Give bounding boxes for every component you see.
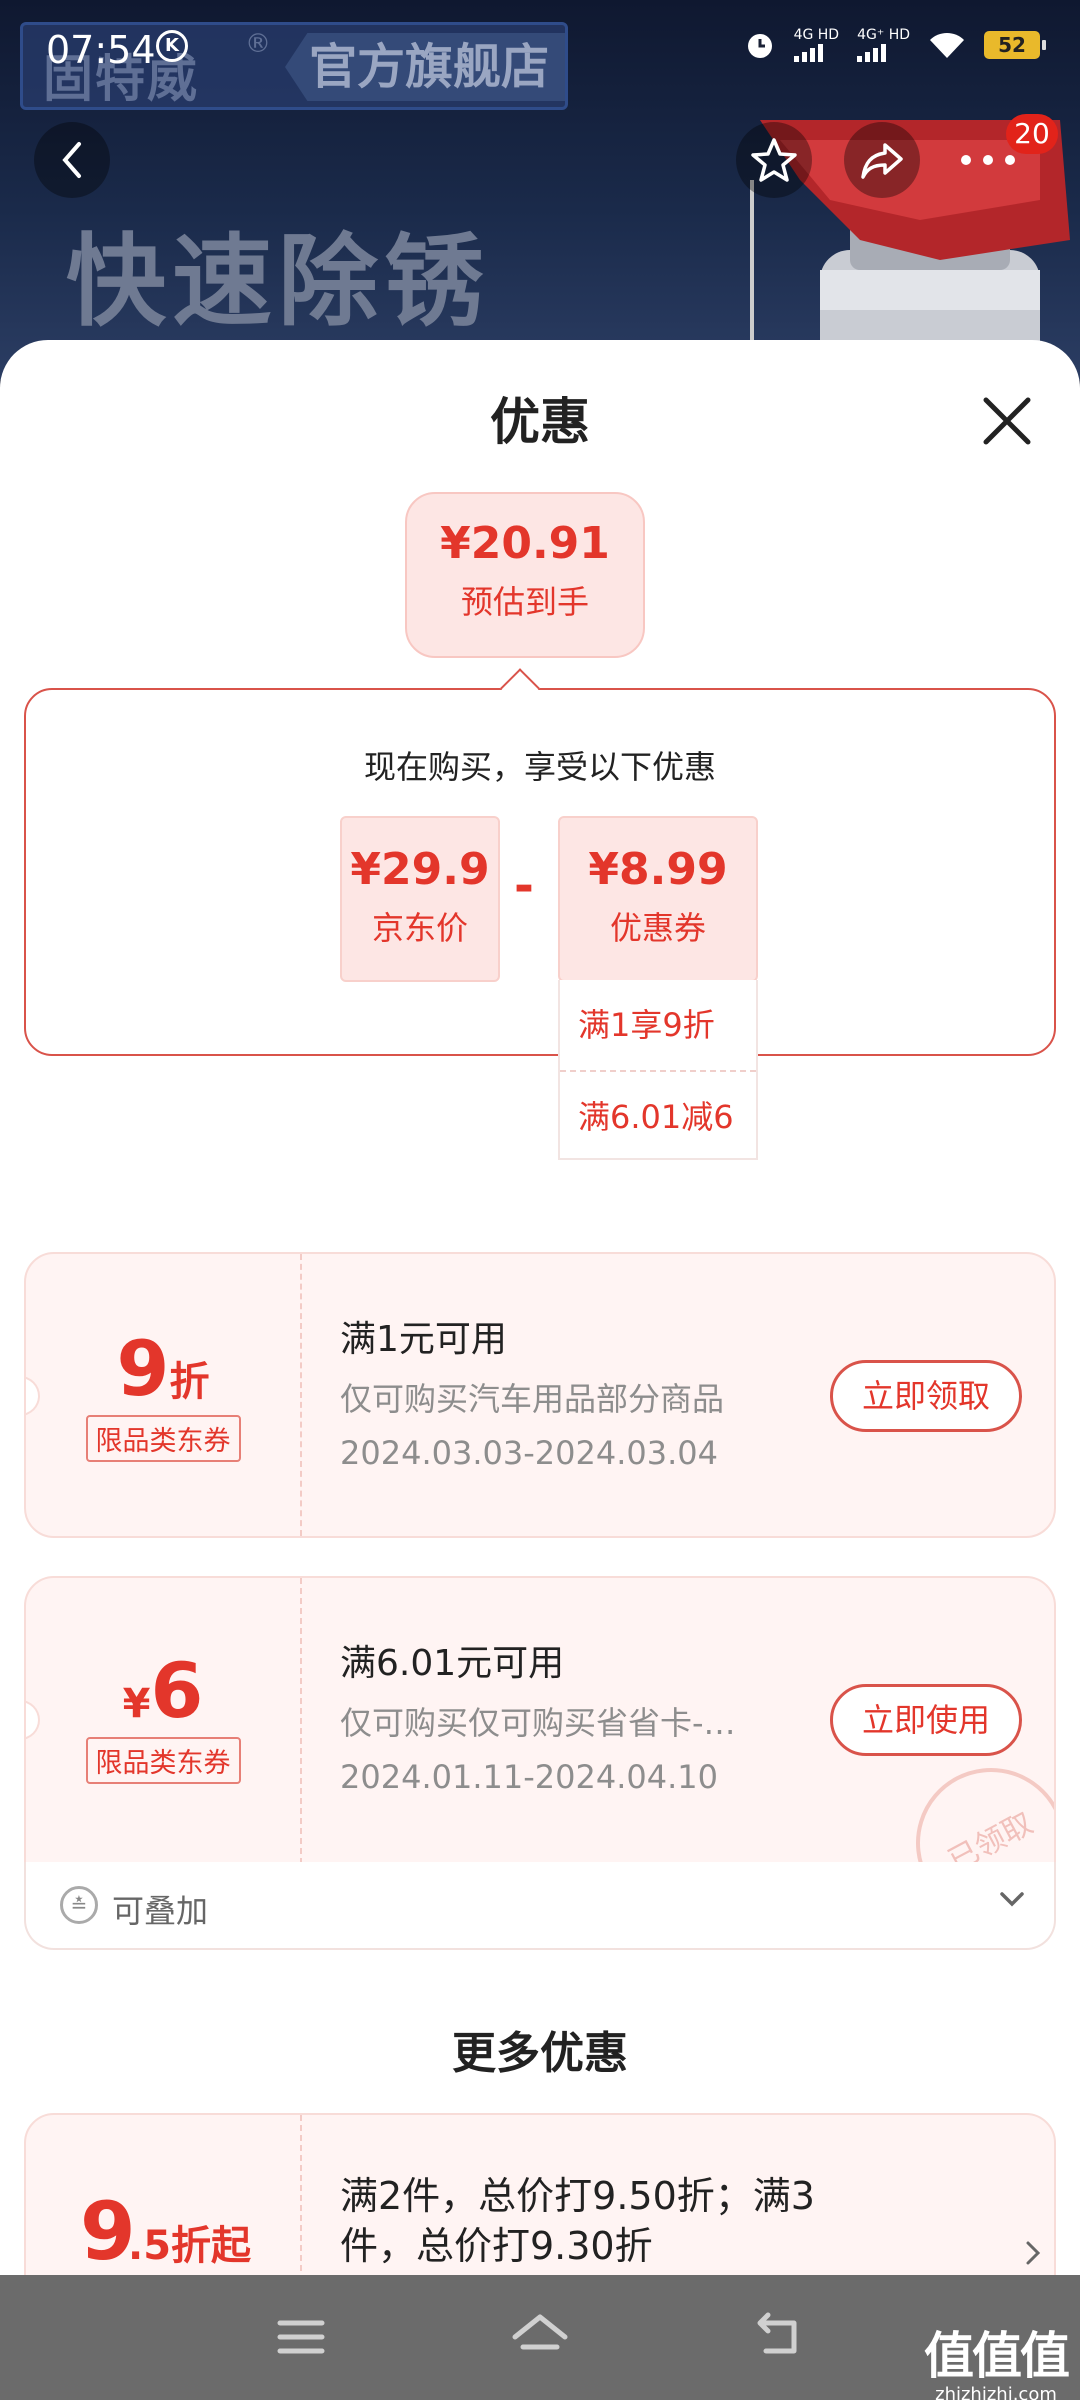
battery-icon: 52	[984, 31, 1046, 59]
watermark: 值值值 zhizhizhi.com	[924, 2316, 1070, 2400]
chevron-left-icon	[62, 142, 81, 178]
coupon-dates: 2024.01.11-2024.04.10	[340, 1758, 718, 1796]
stack-icon: ≛	[60, 1886, 98, 1924]
favorite-button[interactable]	[736, 122, 812, 198]
coupon-value: 9折	[26, 1324, 300, 1413]
coupon-card: 9折 限品类东券 满1元可用 仅可购买汽车用品部分商品 2024.03.03-2…	[24, 1252, 1056, 1538]
coupon-condition: 满1元可用	[340, 1319, 507, 1360]
close-icon[interactable]	[972, 386, 1042, 456]
signal-2-label: 4G⁺ HD	[857, 27, 910, 43]
alarm-icon	[747, 34, 772, 58]
wifi-icon	[930, 32, 964, 58]
jd-price-label: 京东价	[371, 909, 468, 947]
minus-sign: -	[514, 858, 534, 914]
coupon-detail-item: 满6.01减6	[560, 1070, 756, 1160]
status-time: 07:54	[46, 28, 156, 72]
chevron-right-icon	[1026, 2241, 1041, 2265]
signal-1-icon: 4G HD	[793, 27, 840, 62]
estimated-price-box: ¥20.91 预估到手	[405, 492, 645, 658]
estimated-price: ¥20.91	[440, 518, 610, 569]
coupon-detail-list: 满1享9折 满6.01减6	[558, 980, 758, 1160]
more-dots-icon	[961, 155, 1015, 165]
back-nav-icon[interactable]	[744, 2305, 814, 2369]
jd-price-card: ¥29.9 京东价	[340, 816, 500, 982]
system-nav-bar	[0, 2275, 1080, 2400]
share-button[interactable]	[844, 122, 920, 198]
coupon-total-card: ¥8.99 优惠券	[558, 816, 758, 982]
coupon-value-section: ¥6 限品类东券	[26, 1578, 302, 1864]
estimated-price-label: 预估到手	[460, 583, 589, 621]
coupon-value-main: 6	[150, 1646, 204, 1735]
coupon-scope: 仅可购买仅可购买省省卡-…	[340, 1704, 736, 1742]
sheet-title: 优惠	[490, 393, 590, 451]
chevron-down-icon	[1000, 1892, 1024, 1907]
stackable-label: 可叠加	[112, 1892, 209, 1930]
signal-2-icon: 4G⁺ HD	[857, 28, 910, 62]
coupon-detail-item: 满1享9折	[578, 1006, 715, 1044]
back-button[interactable]	[34, 122, 110, 198]
promotion-value-suffix: .5折起	[128, 2223, 252, 2269]
stackable-row[interactable]: ≛ 可叠加	[24, 1862, 1056, 1950]
discount-sheet: 优惠 ¥20.91 预估到手 现在购买，享受以下优惠 ¥29.9 京东价 - ¥…	[0, 340, 1080, 2275]
watermark-url: zhizhizhi.com	[935, 2384, 1057, 2400]
promotion-desc-line2: 件，总价打9.30折	[340, 2224, 653, 2268]
claim-coupon-button[interactable]: 立即领取	[830, 1360, 1022, 1432]
coupon-type-tag: 限品类东券	[85, 1737, 241, 1784]
jd-price-value: ¥29.9	[350, 844, 490, 895]
home-icon[interactable]	[505, 2305, 575, 2369]
status-icons: 4G HD 4G⁺ HD 52	[744, 27, 1046, 62]
watermark-logo: 值值值	[924, 2327, 1070, 2385]
price-breakdown: 现在购买，享受以下优惠 ¥29.9 京东价 - ¥8.99 优惠券 满1享9折 …	[24, 688, 1056, 1160]
claimed-stamp: 已领取	[889, 1741, 1054, 1864]
coupon-scope: 仅可购买汽车用品部分商品	[340, 1380, 725, 1418]
star-icon	[751, 138, 797, 182]
coupon-type-tag: 限品类东券	[85, 1415, 241, 1462]
promotion-card[interactable]: 9 .5折起 满2件，总价打9.50折；满3 件，总价打9.30折	[24, 2113, 1056, 2275]
message-count-badge: 20	[1006, 114, 1058, 154]
coupon-condition: 满6.01元可用	[340, 1643, 565, 1684]
coupon-total-value: ¥8.99	[588, 844, 728, 895]
share-arrow-icon	[861, 143, 903, 179]
status-bar: 07:54 K 4G HD 4G⁺ HD 52	[0, 0, 1080, 100]
coupon-dates: 2024.03.03-2024.03.04	[340, 1434, 718, 1472]
coupon-value-suffix: 折	[169, 1359, 210, 1405]
coupon-value-prefix: ¥	[122, 1681, 151, 1727]
menu-icon[interactable]	[266, 2305, 336, 2369]
coupon-value-section: 9折 限品类东券	[26, 1254, 302, 1536]
promotion-desc-line1: 满2件，总价打9.50折；满3	[340, 2174, 815, 2218]
promotion-description: 满2件，总价打9.50折；满3 件，总价打9.30折	[340, 2171, 900, 2271]
breakdown-title: 现在购买，享受以下优惠	[363, 748, 716, 786]
coupon-value: ¥6	[26, 1646, 300, 1735]
more-offers-title: 更多优惠	[452, 2028, 628, 2079]
notification-k-icon: K	[156, 30, 188, 62]
coupon-total-label: 优惠券	[609, 909, 706, 947]
coupon-value-main: 9	[116, 1324, 170, 1413]
coupon-card: ¥6 限品类东券 满6.01元可用 仅可购买仅可购买省省卡-… 2024.01.…	[24, 1576, 1056, 1866]
signal-1-label: 4G HD	[793, 27, 840, 43]
use-coupon-button[interactable]: 立即使用	[830, 1684, 1022, 1756]
